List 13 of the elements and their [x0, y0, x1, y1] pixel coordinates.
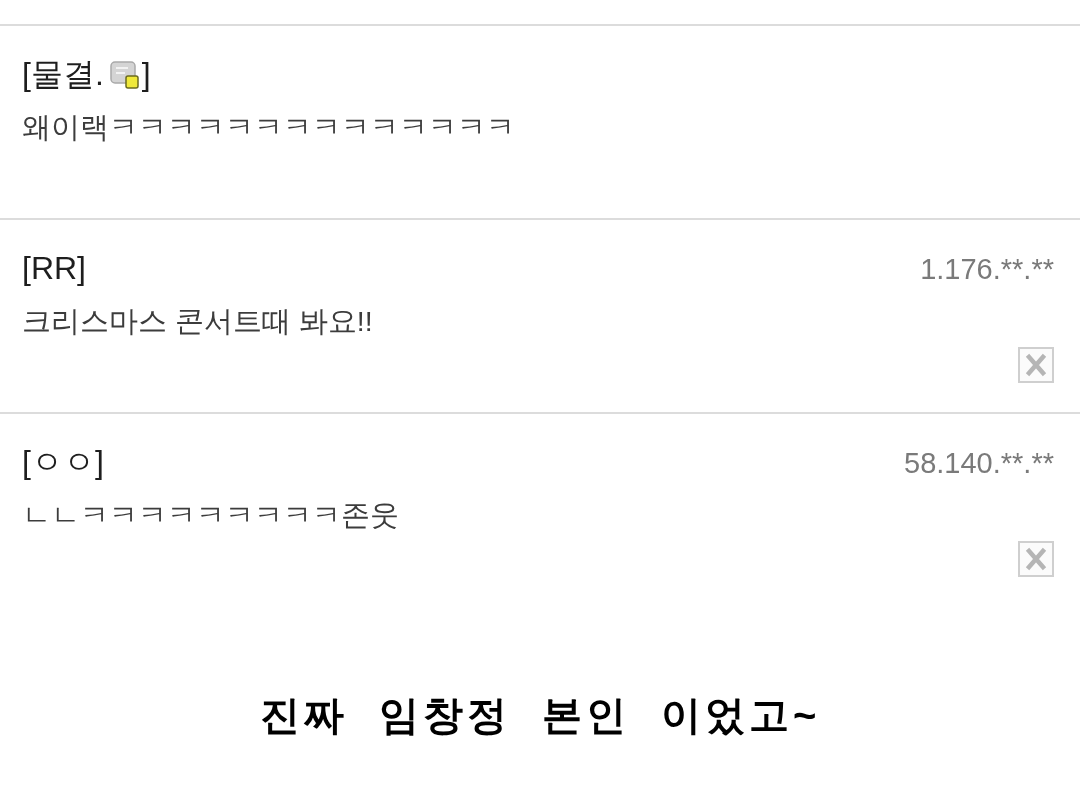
comment-text: ㄴㄴㅋㅋㅋㅋㅋㅋㅋㅋㅋ존웃 [22, 498, 400, 532]
author-name: [RR] [22, 250, 86, 286]
comment-text: 왜이랙ㅋㅋㅋㅋㅋㅋㅋㅋㅋㅋㅋㅋㅋㅋ [22, 110, 516, 144]
note-icon [109, 59, 140, 89]
close-icon[interactable] [1018, 347, 1054, 383]
close-icon[interactable] [1018, 541, 1054, 577]
author-name: [ㅇㅇ] [22, 444, 104, 480]
ip-address: 1.176.**.** [920, 253, 1054, 285]
author-name: [물결. [22, 56, 104, 92]
comment-text: 크리스마스 콘서트때 봐요!! [22, 304, 374, 338]
caption-text: 진짜 임창정 본인 이었고~ [258, 692, 822, 739]
ip-address: 58.140.**.** [904, 447, 1054, 479]
closing-bracket: ] [141, 56, 151, 92]
